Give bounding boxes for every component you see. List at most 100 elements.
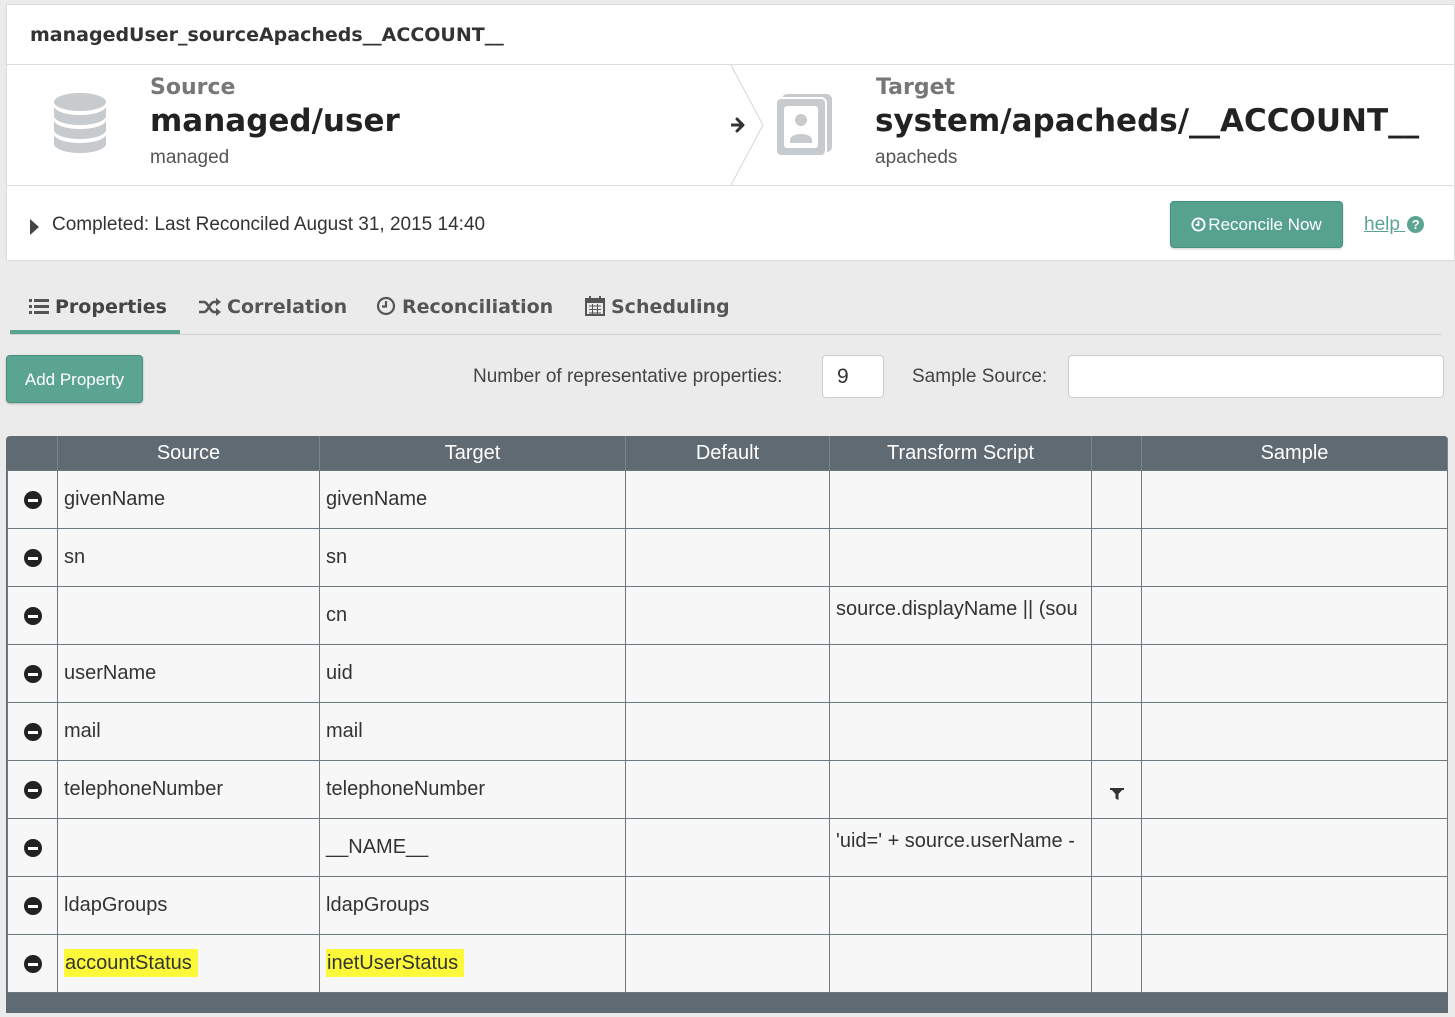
sample-cell[interactable] [1141, 934, 1448, 993]
table-row[interactable]: cn source.displayName || (sou [7, 586, 1448, 645]
target-cell[interactable]: ldapGroups [319, 876, 626, 935]
source-cell[interactable]: sn [57, 528, 320, 587]
remove-property-cell [7, 644, 58, 703]
transform-script-cell[interactable] [829, 644, 1092, 703]
filter-icon[interactable] [1109, 786, 1125, 802]
tab-scheduling[interactable]: Scheduling [566, 284, 749, 334]
remove-icon[interactable] [23, 548, 42, 567]
target-cell[interactable]: givenName [319, 470, 626, 529]
default-cell[interactable] [625, 934, 830, 993]
add-property-button[interactable]: Add Property [6, 355, 143, 403]
tab-properties[interactable]: Properties [10, 284, 180, 334]
target-cell[interactable]: cn [319, 586, 626, 645]
transform-script-cell[interactable] [829, 760, 1092, 819]
transform-script-cell[interactable] [829, 528, 1092, 587]
source-cell[interactable] [57, 818, 320, 877]
table-row[interactable]: mail mail [7, 702, 1448, 761]
target-value: ldapGroups [326, 894, 430, 916]
target-cell[interactable]: inetUserStatus [319, 934, 626, 993]
clock-icon [376, 296, 396, 316]
sample-cell[interactable] [1141, 528, 1448, 587]
remove-icon[interactable] [23, 722, 42, 741]
target-value: mail [326, 720, 363, 742]
target-cell[interactable]: uid [319, 644, 626, 703]
reconcile-status-text[interactable]: Completed: Last Reconciled August 31, 20… [52, 214, 485, 236]
reconcile-now-button[interactable]: Reconcile Now [1170, 201, 1343, 248]
default-cell[interactable] [625, 470, 830, 529]
header-sample[interactable]: Sample [1141, 436, 1448, 471]
source-cell[interactable]: telephoneNumber [57, 760, 320, 819]
source-cell[interactable]: ldapGroups [57, 876, 320, 935]
target-cell[interactable]: sn [319, 528, 626, 587]
target-value: givenName [326, 488, 428, 510]
target-cell[interactable]: __NAME__ [319, 818, 626, 877]
transform-script-cell[interactable] [829, 934, 1092, 993]
target-cell[interactable]: mail [319, 702, 626, 761]
remove-icon[interactable] [23, 780, 42, 799]
source-value: telephoneNumber [64, 778, 223, 800]
table-row[interactable]: ldapGroups ldapGroups [7, 876, 1448, 935]
transform-script-cell[interactable] [829, 470, 1092, 529]
default-cell[interactable] [625, 760, 830, 819]
list-icon [29, 299, 49, 314]
help-link[interactable]: help ? [1364, 214, 1425, 236]
help-link-label: help [1364, 214, 1400, 235]
sample-cell[interactable] [1141, 586, 1448, 645]
tab-properties-label: Properties [55, 296, 167, 318]
target-value: uid [326, 662, 353, 684]
sample-cell[interactable] [1141, 876, 1448, 935]
remove-icon[interactable] [23, 838, 42, 857]
default-cell[interactable] [625, 702, 830, 761]
representative-properties-input[interactable] [822, 355, 884, 398]
target-cell[interactable]: telephoneNumber [319, 760, 626, 819]
mapping-panel: managedUser_sourceApacheds__ACCOUNT__ So… [6, 4, 1455, 261]
header-source[interactable]: Source [57, 436, 320, 471]
transform-script-cell[interactable] [829, 876, 1092, 935]
sample-source-input[interactable] [1068, 355, 1444, 398]
transform-script-cell[interactable]: 'uid=' + source.userName - [829, 818, 1092, 877]
default-cell[interactable] [625, 586, 830, 645]
header-target[interactable]: Target [319, 436, 626, 471]
header-transform-script[interactable]: Transform Script [829, 436, 1092, 471]
default-cell[interactable] [625, 528, 830, 587]
default-cell[interactable] [625, 818, 830, 877]
remove-icon[interactable] [23, 954, 42, 973]
table-row[interactable]: userName uid [7, 644, 1448, 703]
sample-cell[interactable] [1141, 470, 1448, 529]
table-row[interactable]: givenName givenName [7, 470, 1448, 529]
table-row[interactable]: telephoneNumber telephoneNumber [7, 760, 1448, 819]
sample-cell[interactable] [1141, 760, 1448, 819]
target-value: telephoneNumber [326, 778, 485, 800]
contact-card-icon [775, 94, 832, 157]
table-row[interactable]: __NAME__ 'uid=' + source.userName - [7, 818, 1448, 877]
default-cell[interactable] [625, 644, 830, 703]
header-default[interactable]: Default [625, 436, 830, 471]
source-cell[interactable]: accountStatus [57, 934, 320, 993]
sample-cell[interactable] [1141, 644, 1448, 703]
source-cell[interactable]: mail [57, 702, 320, 761]
target-value: __NAME__ [326, 836, 429, 858]
remove-icon[interactable] [23, 490, 42, 509]
sample-cell[interactable] [1141, 702, 1448, 761]
tab-reconciliation[interactable]: Reconciliation [357, 284, 572, 334]
transform-script-cell[interactable]: source.displayName || (sou [829, 586, 1092, 645]
target-type: apacheds [875, 147, 958, 168]
expand-caret-icon[interactable] [30, 219, 39, 235]
table-header-row: Source Target Default Transform Script S… [7, 436, 1448, 471]
remove-icon[interactable] [23, 664, 42, 683]
source-cell[interactable]: givenName [57, 470, 320, 529]
sample-cell[interactable] [1141, 818, 1448, 877]
remove-property-cell [7, 760, 58, 819]
filter-cell [1091, 644, 1142, 703]
tab-correlation[interactable]: Correlation [180, 284, 366, 334]
source-cell[interactable]: userName [57, 644, 320, 703]
table-row[interactable]: sn sn [7, 528, 1448, 587]
filter-cell [1091, 934, 1142, 993]
shuffle-icon [199, 298, 221, 316]
remove-icon[interactable] [23, 606, 42, 625]
remove-icon[interactable] [23, 896, 42, 915]
default-cell[interactable] [625, 876, 830, 935]
table-row[interactable]: accountStatus inetUserStatus [7, 934, 1448, 993]
transform-script-cell[interactable] [829, 702, 1092, 761]
source-cell[interactable] [57, 586, 320, 645]
